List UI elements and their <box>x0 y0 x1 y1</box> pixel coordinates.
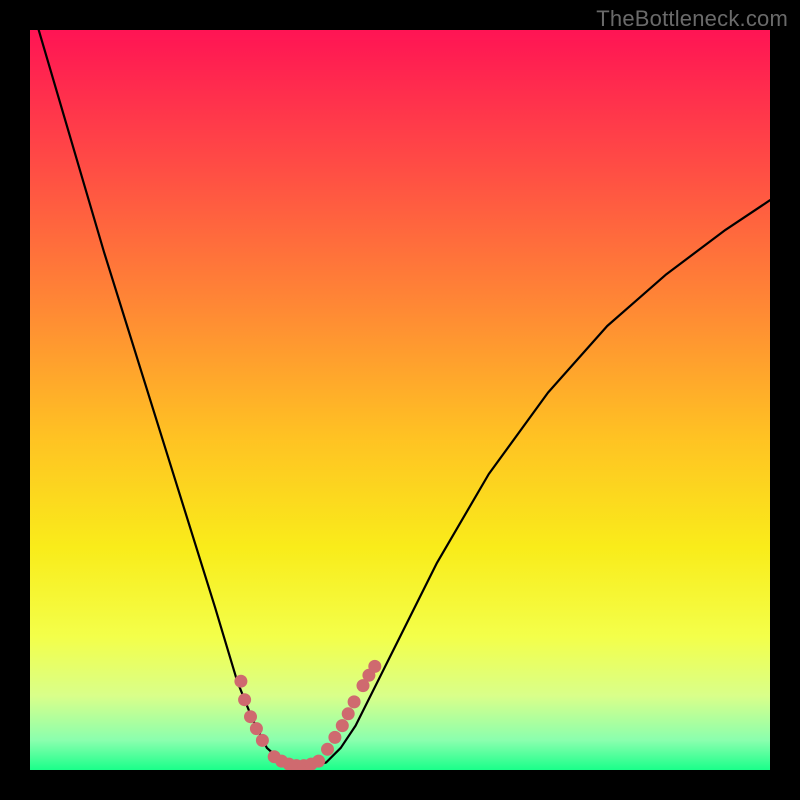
highlight-dot <box>342 707 355 720</box>
highlight-dot <box>348 695 361 708</box>
highlight-dot <box>312 755 325 768</box>
highlight-dot <box>238 693 251 706</box>
watermark-text: TheBottleneck.com <box>596 6 788 32</box>
highlight-dot <box>256 734 269 747</box>
highlight-dot <box>321 743 334 756</box>
highlight-dot <box>244 710 257 723</box>
highlight-dot <box>336 719 349 732</box>
chart-background-gradient <box>30 30 770 770</box>
highlight-dot <box>368 660 381 673</box>
highlight-dot <box>250 722 263 735</box>
highlight-dot <box>234 675 247 688</box>
bottleneck-chart <box>30 30 770 770</box>
highlight-dot <box>328 731 341 744</box>
